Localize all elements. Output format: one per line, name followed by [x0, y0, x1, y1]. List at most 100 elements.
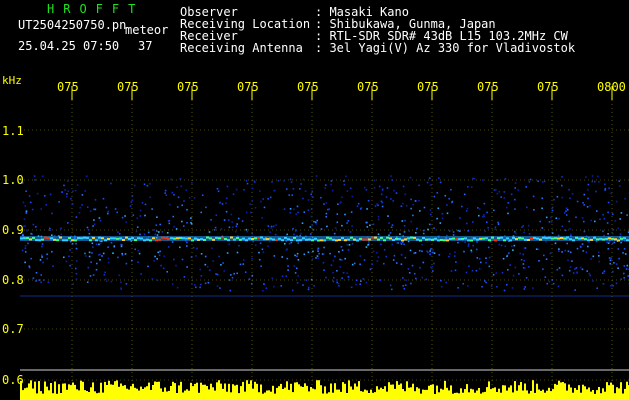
- noise-speck: [294, 272, 297, 274]
- level-bar: [262, 393, 264, 400]
- noise-speck: [35, 226, 37, 228]
- noise-speck: [99, 253, 101, 256]
- noise-speck: [47, 281, 50, 283]
- noise-speck: [551, 221, 553, 223]
- carrier-segment: [161, 236, 164, 239]
- level-bar: [380, 387, 382, 400]
- noise-speck: [472, 221, 474, 223]
- level-bar: [364, 389, 366, 400]
- freq-tick: 1.0: [2, 173, 24, 187]
- noise-speck: [340, 246, 343, 248]
- noise-speck: [596, 210, 598, 212]
- noise-speck: [125, 262, 128, 265]
- noise-speck: [259, 242, 262, 245]
- noise-speck: [271, 277, 274, 279]
- noise-speck: [136, 217, 139, 220]
- level-bar: [482, 392, 484, 400]
- noise-speck: [433, 227, 435, 229]
- noise-speck: [503, 197, 506, 199]
- level-bar: [46, 386, 48, 400]
- noise-speck: [613, 241, 616, 244]
- carrier-segment: [386, 236, 389, 239]
- noise-speck: [342, 271, 345, 274]
- level-bar: [100, 382, 102, 400]
- noise-speck: [236, 251, 239, 254]
- noise-speck: [204, 255, 207, 258]
- carrier-segment: [608, 237, 611, 240]
- level-bar: [552, 389, 554, 400]
- noise-speck: [464, 241, 466, 243]
- time-tick: 075: [477, 80, 499, 94]
- level-bar: [92, 382, 94, 400]
- info-label-antenna: Receiving Antenna: [180, 41, 303, 55]
- carrier-segment: [74, 239, 77, 242]
- carrier-segment: [251, 238, 254, 240]
- noise-speck: [587, 197, 589, 200]
- noise-speck: [367, 243, 370, 246]
- level-bar: [308, 391, 310, 400]
- noise-speck: [524, 286, 526, 288]
- carrier-segment: [623, 237, 626, 240]
- noise-speck: [418, 199, 420, 202]
- noise-speck: [498, 243, 500, 246]
- carrier-segment: [308, 238, 311, 241]
- noise-speck: [259, 190, 261, 192]
- noise-speck: [369, 268, 372, 271]
- noise-speck: [28, 265, 31, 268]
- noise-speck: [475, 269, 478, 272]
- noise-speck: [462, 282, 465, 285]
- level-bar: [144, 387, 146, 400]
- noise-speck: [302, 284, 304, 286]
- noise-speck: [245, 228, 248, 231]
- carrier-segment: [365, 238, 368, 241]
- noise-speck: [470, 251, 473, 253]
- level-bar: [124, 385, 126, 400]
- noise-speck: [433, 262, 435, 265]
- carrier-segment: [203, 239, 206, 241]
- noise-speck: [124, 215, 126, 217]
- noise-speck: [186, 208, 188, 211]
- noise-speck: [236, 223, 238, 225]
- level-bar: [126, 388, 128, 400]
- noise-speck: [396, 242, 398, 244]
- carrier-segment: [257, 237, 260, 239]
- noise-speck: [410, 220, 412, 223]
- noise-speck: [137, 261, 139, 263]
- level-bar: [610, 382, 612, 400]
- level-bar: [484, 391, 486, 400]
- noise-speck: [334, 227, 337, 229]
- noise-speck: [390, 175, 392, 177]
- level-bar: [52, 393, 54, 400]
- noise-speck: [107, 210, 109, 213]
- noise-speck: [427, 251, 429, 254]
- noise-speck: [241, 220, 244, 222]
- noise-speck: [210, 219, 212, 221]
- level-bar: [594, 393, 596, 400]
- noise-speck: [105, 206, 108, 209]
- carrier-segment: [557, 237, 560, 240]
- level-bar: [372, 392, 374, 400]
- carrier-segment: [407, 237, 410, 240]
- level-bar: [240, 386, 242, 400]
- noise-speck: [553, 198, 555, 201]
- noise-speck: [571, 260, 573, 262]
- noise-speck: [390, 198, 392, 200]
- noise-speck: [310, 278, 313, 281]
- noise-speck: [262, 198, 264, 200]
- level-bar: [284, 387, 286, 400]
- noise-speck: [422, 232, 425, 235]
- noise-speck: [488, 256, 491, 259]
- carrier-segment: [140, 237, 143, 240]
- noise-speck: [402, 285, 404, 287]
- noise-speck: [157, 251, 160, 254]
- noise-speck: [604, 187, 607, 190]
- level-bar: [496, 392, 498, 400]
- noise-speck: [610, 192, 612, 195]
- noise-speck: [330, 180, 333, 182]
- noise-speck: [120, 245, 123, 248]
- noise-speck: [318, 252, 320, 255]
- noise-speck: [302, 197, 304, 200]
- noise-speck: [408, 230, 410, 232]
- noise-speck: [141, 202, 144, 204]
- level-bar: [358, 381, 360, 400]
